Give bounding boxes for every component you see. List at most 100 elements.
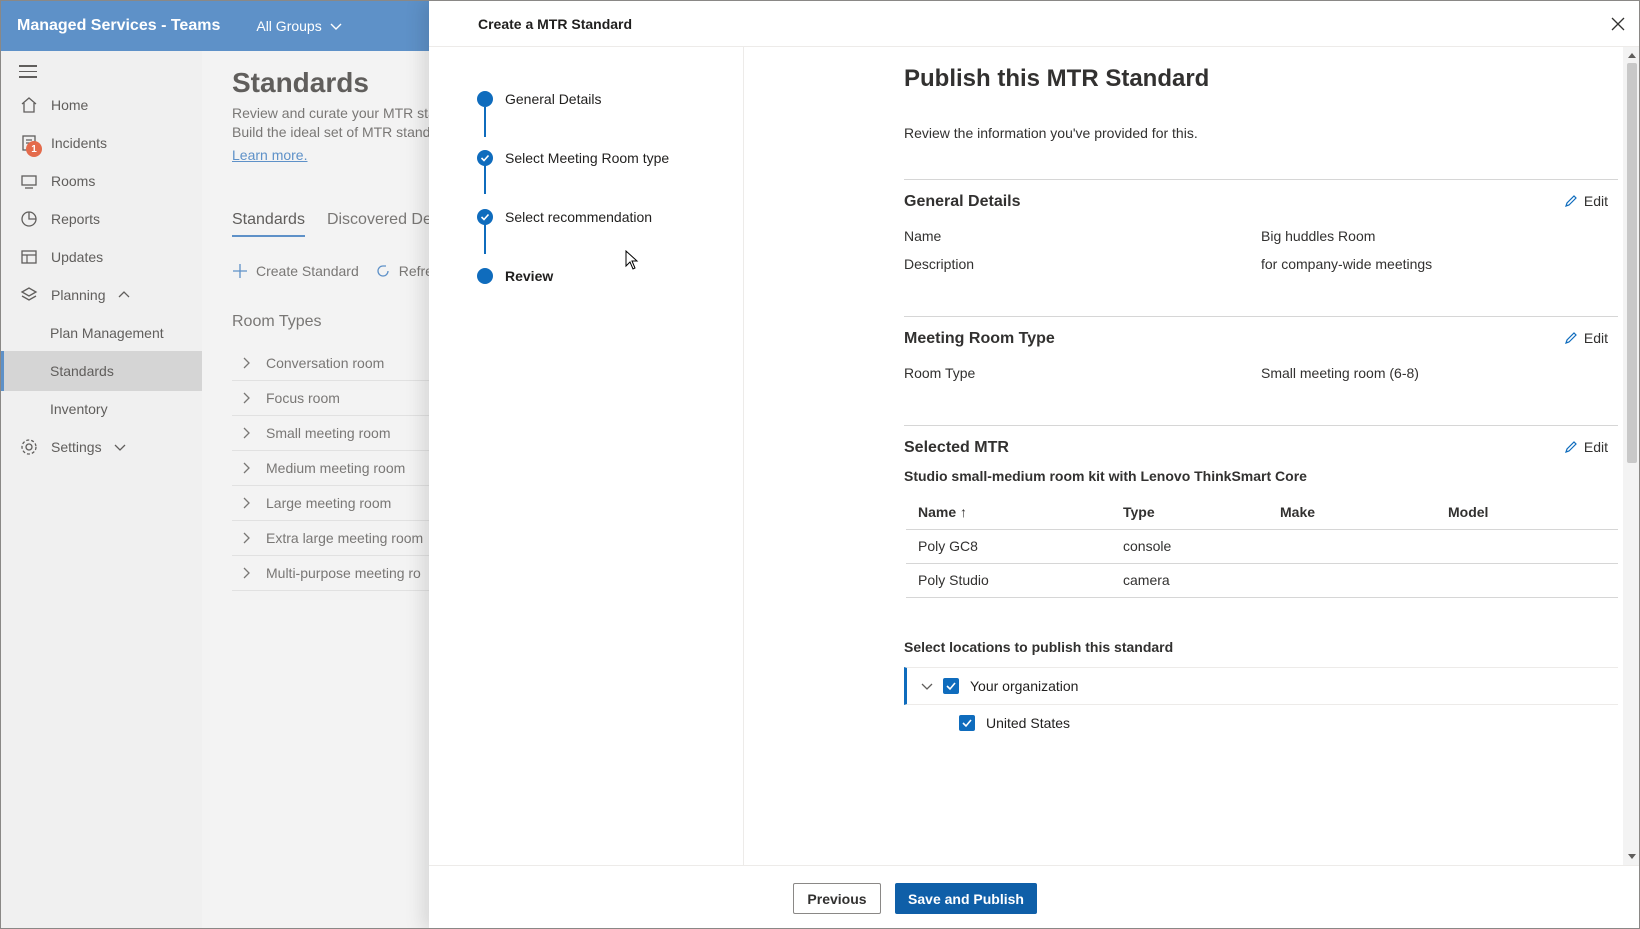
command-bar: Create Standard Refre xyxy=(232,263,433,279)
table-row[interactable]: Poly GC8 console xyxy=(906,529,1618,564)
sidebar-item-reports[interactable]: Reports xyxy=(1,199,202,239)
chevron-right-icon xyxy=(243,567,250,579)
review-heading: Publish this MTR Standard xyxy=(904,65,1210,92)
group-selector-label: All Groups xyxy=(256,18,322,34)
sidebar-item-plan-management[interactable]: Plan Management xyxy=(1,313,202,353)
previous-button[interactable]: Previous xyxy=(793,883,881,914)
page-description-line: Review and curate your MTR sta xyxy=(232,105,436,121)
mtr-devices-table: Name ↑ Type Make Model Poly GC8 console … xyxy=(906,495,1618,598)
sidebar-item-standards[interactable]: Standards xyxy=(1,351,202,391)
cell-make xyxy=(1268,563,1436,598)
edit-label: Edit xyxy=(1583,439,1608,455)
united-states-checkbox[interactable] xyxy=(959,715,975,731)
cell-name: Poly GC8 xyxy=(906,529,1111,564)
save-and-publish-button[interactable]: Save and Publish xyxy=(895,883,1037,914)
step-connector xyxy=(484,164,486,194)
refresh-icon xyxy=(377,265,389,277)
sidebar-item-settings[interactable]: Settings xyxy=(1,427,202,467)
refresh-label: Refre xyxy=(398,263,433,279)
sidebar-item-label: Standards xyxy=(50,363,114,379)
cell-type: camera xyxy=(1111,563,1268,598)
meeting-room-type-section: Meeting Room Type Edit Room Type Small m… xyxy=(904,316,1618,421)
edit-mtr-button[interactable]: Edit xyxy=(1564,439,1608,455)
planning-icon xyxy=(19,285,39,305)
room-type-label: Extra large meeting room xyxy=(266,530,424,546)
step-select-recommendation[interactable]: Select recommendation xyxy=(477,209,652,225)
scroll-down-arrow-icon[interactable] xyxy=(1628,854,1636,859)
tab-discovered-devices[interactable]: Discovered Dev xyxy=(327,211,440,237)
room-types-title: Room Types xyxy=(232,313,322,330)
sidebar-item-label: Reports xyxy=(51,211,101,227)
refresh-button[interactable]: Refre xyxy=(375,263,433,279)
hamburger-menu-icon[interactable] xyxy=(19,65,37,79)
selected-mtr-section: Selected MTR Edit xyxy=(904,425,1618,465)
sidebar-item-rooms[interactable]: Rooms xyxy=(1,161,202,201)
edit-general-button[interactable]: Edit xyxy=(1564,193,1608,209)
section-title: Selected MTR xyxy=(904,439,1009,456)
panel-header: Create a MTR Standard xyxy=(429,1,1639,47)
column-header-type[interactable]: Type xyxy=(1111,495,1268,530)
step-general-details[interactable]: General Details xyxy=(477,91,602,107)
general-details-section: General Details Edit Name Big huddles Ro… xyxy=(904,179,1618,314)
sidebar-item-label: Plan Management xyxy=(50,325,164,341)
column-header-label: Type xyxy=(1123,503,1155,520)
tab-standards[interactable]: Standards xyxy=(232,211,305,237)
sidebar-item-planning[interactable]: Planning xyxy=(1,275,202,315)
chevron-down-icon xyxy=(114,444,126,451)
close-icon[interactable] xyxy=(1609,15,1627,33)
edit-label: Edit xyxy=(1583,193,1608,209)
reports-icon xyxy=(19,209,39,229)
organization-checkbox[interactable] xyxy=(943,678,959,694)
chevron-right-icon xyxy=(243,462,250,474)
room-type-value: Small meeting room (6-8) xyxy=(1261,365,1419,381)
location-label: Your organization xyxy=(970,678,1079,694)
sidebar-item-incidents[interactable]: 1 Incidents xyxy=(1,123,202,163)
room-type-label: Room Type xyxy=(904,365,976,381)
location-tree-item-organization[interactable]: Your organization xyxy=(904,667,1618,705)
page-description-line: Build the ideal set of MTR standa xyxy=(232,124,439,140)
sidebar-item-inventory[interactable]: Inventory xyxy=(1,389,202,429)
room-type-label: Focus room xyxy=(266,390,340,406)
cell-make xyxy=(1268,529,1436,564)
location-tree-item-united-states[interactable]: United States xyxy=(935,715,1070,731)
sidebar-item-updates[interactable]: Updates xyxy=(1,237,202,277)
gear-icon xyxy=(19,437,39,457)
scroll-up-arrow-icon[interactable] xyxy=(1628,53,1636,58)
room-type-label: Small meeting room xyxy=(266,425,391,441)
content-scrollbar[interactable] xyxy=(1623,47,1639,865)
step-dot-icon xyxy=(477,91,493,107)
room-type-label: Large meeting room xyxy=(266,495,392,511)
chevron-right-icon xyxy=(243,357,250,369)
table-row[interactable]: Poly Studio camera xyxy=(906,563,1618,598)
chevron-right-icon xyxy=(243,392,250,404)
edit-label: Edit xyxy=(1583,330,1608,346)
step-connector xyxy=(484,107,486,137)
sort-ascending-icon: ↑ xyxy=(960,503,968,520)
column-header-name[interactable]: Name ↑ xyxy=(906,495,1111,530)
description-label: Description xyxy=(904,256,975,272)
learn-more-link[interactable]: Learn more. xyxy=(232,147,307,163)
incident-count-badge: 1 xyxy=(26,141,42,157)
sidebar-item-label: Settings xyxy=(51,439,102,455)
cell-type: console xyxy=(1111,529,1268,564)
chevron-right-icon xyxy=(243,532,250,544)
cell-name: Poly Studio xyxy=(906,563,1111,598)
checkmark-icon xyxy=(962,719,972,728)
group-selector[interactable]: All Groups xyxy=(256,18,342,34)
column-header-make[interactable]: Make xyxy=(1268,495,1436,530)
home-icon xyxy=(19,95,39,115)
sidebar-item-home[interactable]: Home xyxy=(1,85,202,125)
step-connector xyxy=(484,224,486,254)
column-header-model[interactable]: Model xyxy=(1436,495,1618,530)
step-review[interactable]: Review xyxy=(477,268,553,284)
step-select-room-type[interactable]: Select Meeting Room type xyxy=(477,150,669,166)
create-standard-button[interactable]: Create Standard xyxy=(232,263,359,279)
pencil-icon xyxy=(1564,441,1577,453)
scroll-thumb[interactable] xyxy=(1627,63,1637,463)
locations-title: Select locations to publish this standar… xyxy=(904,639,1174,655)
table-header-row: Name ↑ Type Make Model xyxy=(906,495,1618,530)
edit-room-type-button[interactable]: Edit xyxy=(1564,330,1608,346)
chevron-right-icon xyxy=(243,497,250,509)
updates-icon xyxy=(19,247,39,267)
chevron-down-icon[interactable] xyxy=(921,680,933,692)
